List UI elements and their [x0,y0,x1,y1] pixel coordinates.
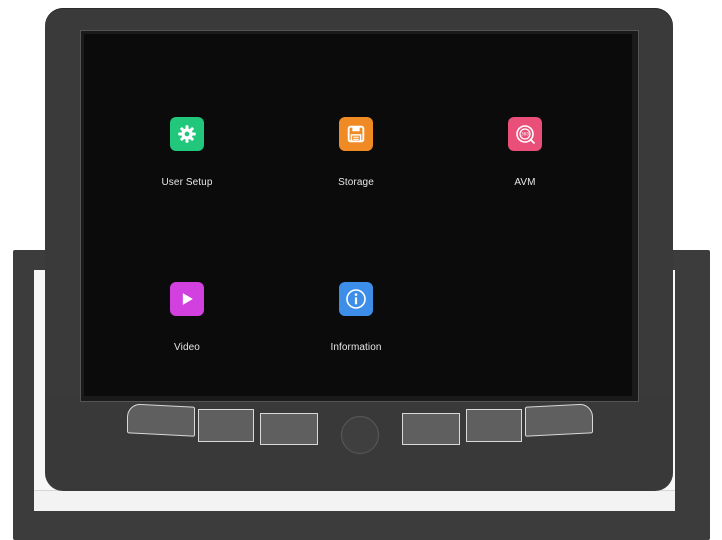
hardware-button-5[interactable] [466,409,522,442]
hardware-button-6[interactable] [525,403,593,437]
hardware-button-1[interactable] [127,403,195,437]
floppy-disk-icon [339,117,373,151]
hardware-button-3[interactable] [260,413,318,445]
gear-icon [170,117,204,151]
app-label: AVM [514,177,536,188]
home-screen: User Setup Storage 360 AVM Video Informa… [84,34,632,396]
hardware-button-4[interactable] [402,413,460,445]
360-view-icon: 360 [508,117,542,151]
info-icon [339,282,373,316]
bracket-base [34,490,675,511]
app-user-setup[interactable]: User Setup [132,117,242,188]
hardware-button-2[interactable] [198,409,254,442]
app-label: User Setup [161,177,213,188]
play-icon [170,282,204,316]
app-label: Information [330,342,382,353]
device-stage: User Setup Storage 360 AVM Video Informa… [0,0,722,540]
app-video[interactable]: Video [132,282,242,353]
app-label: Video [174,342,200,353]
app-label: Storage [338,177,374,188]
app-avm[interactable]: 360 AVM [470,117,580,188]
app-information[interactable]: Information [301,282,411,353]
app-storage[interactable]: Storage [301,117,411,188]
home-knob[interactable] [341,416,379,454]
svg-text:360: 360 [521,132,529,137]
